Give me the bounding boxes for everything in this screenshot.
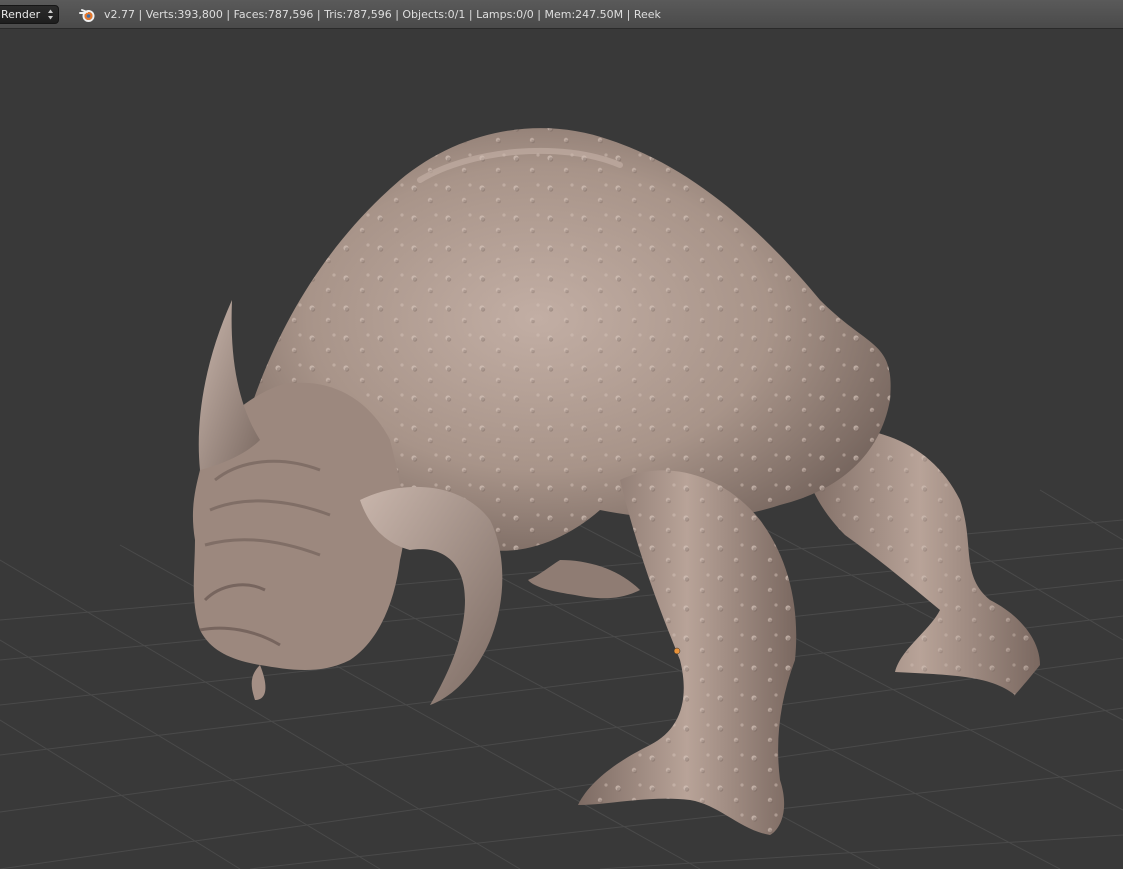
blender-logo-icon [79, 9, 95, 22]
render-engine-label: Render [1, 8, 41, 21]
scene-statistics: v2.77 | Verts:393,800 | Faces:787,596 | … [104, 8, 661, 21]
creature-front-leg [578, 470, 797, 835]
dropdown-arrows-icon [48, 9, 53, 20]
creature-horn [198, 300, 260, 470]
3d-viewport[interactable] [0, 29, 1123, 869]
info-header: Render v2.77 | Verts:393,800 | Faces:787… [0, 0, 1123, 29]
viewport-canvas[interactable] [0, 29, 1123, 869]
render-engine-dropdown[interactable]: Render [0, 5, 59, 24]
object-origin-point[interactable] [673, 647, 681, 655]
